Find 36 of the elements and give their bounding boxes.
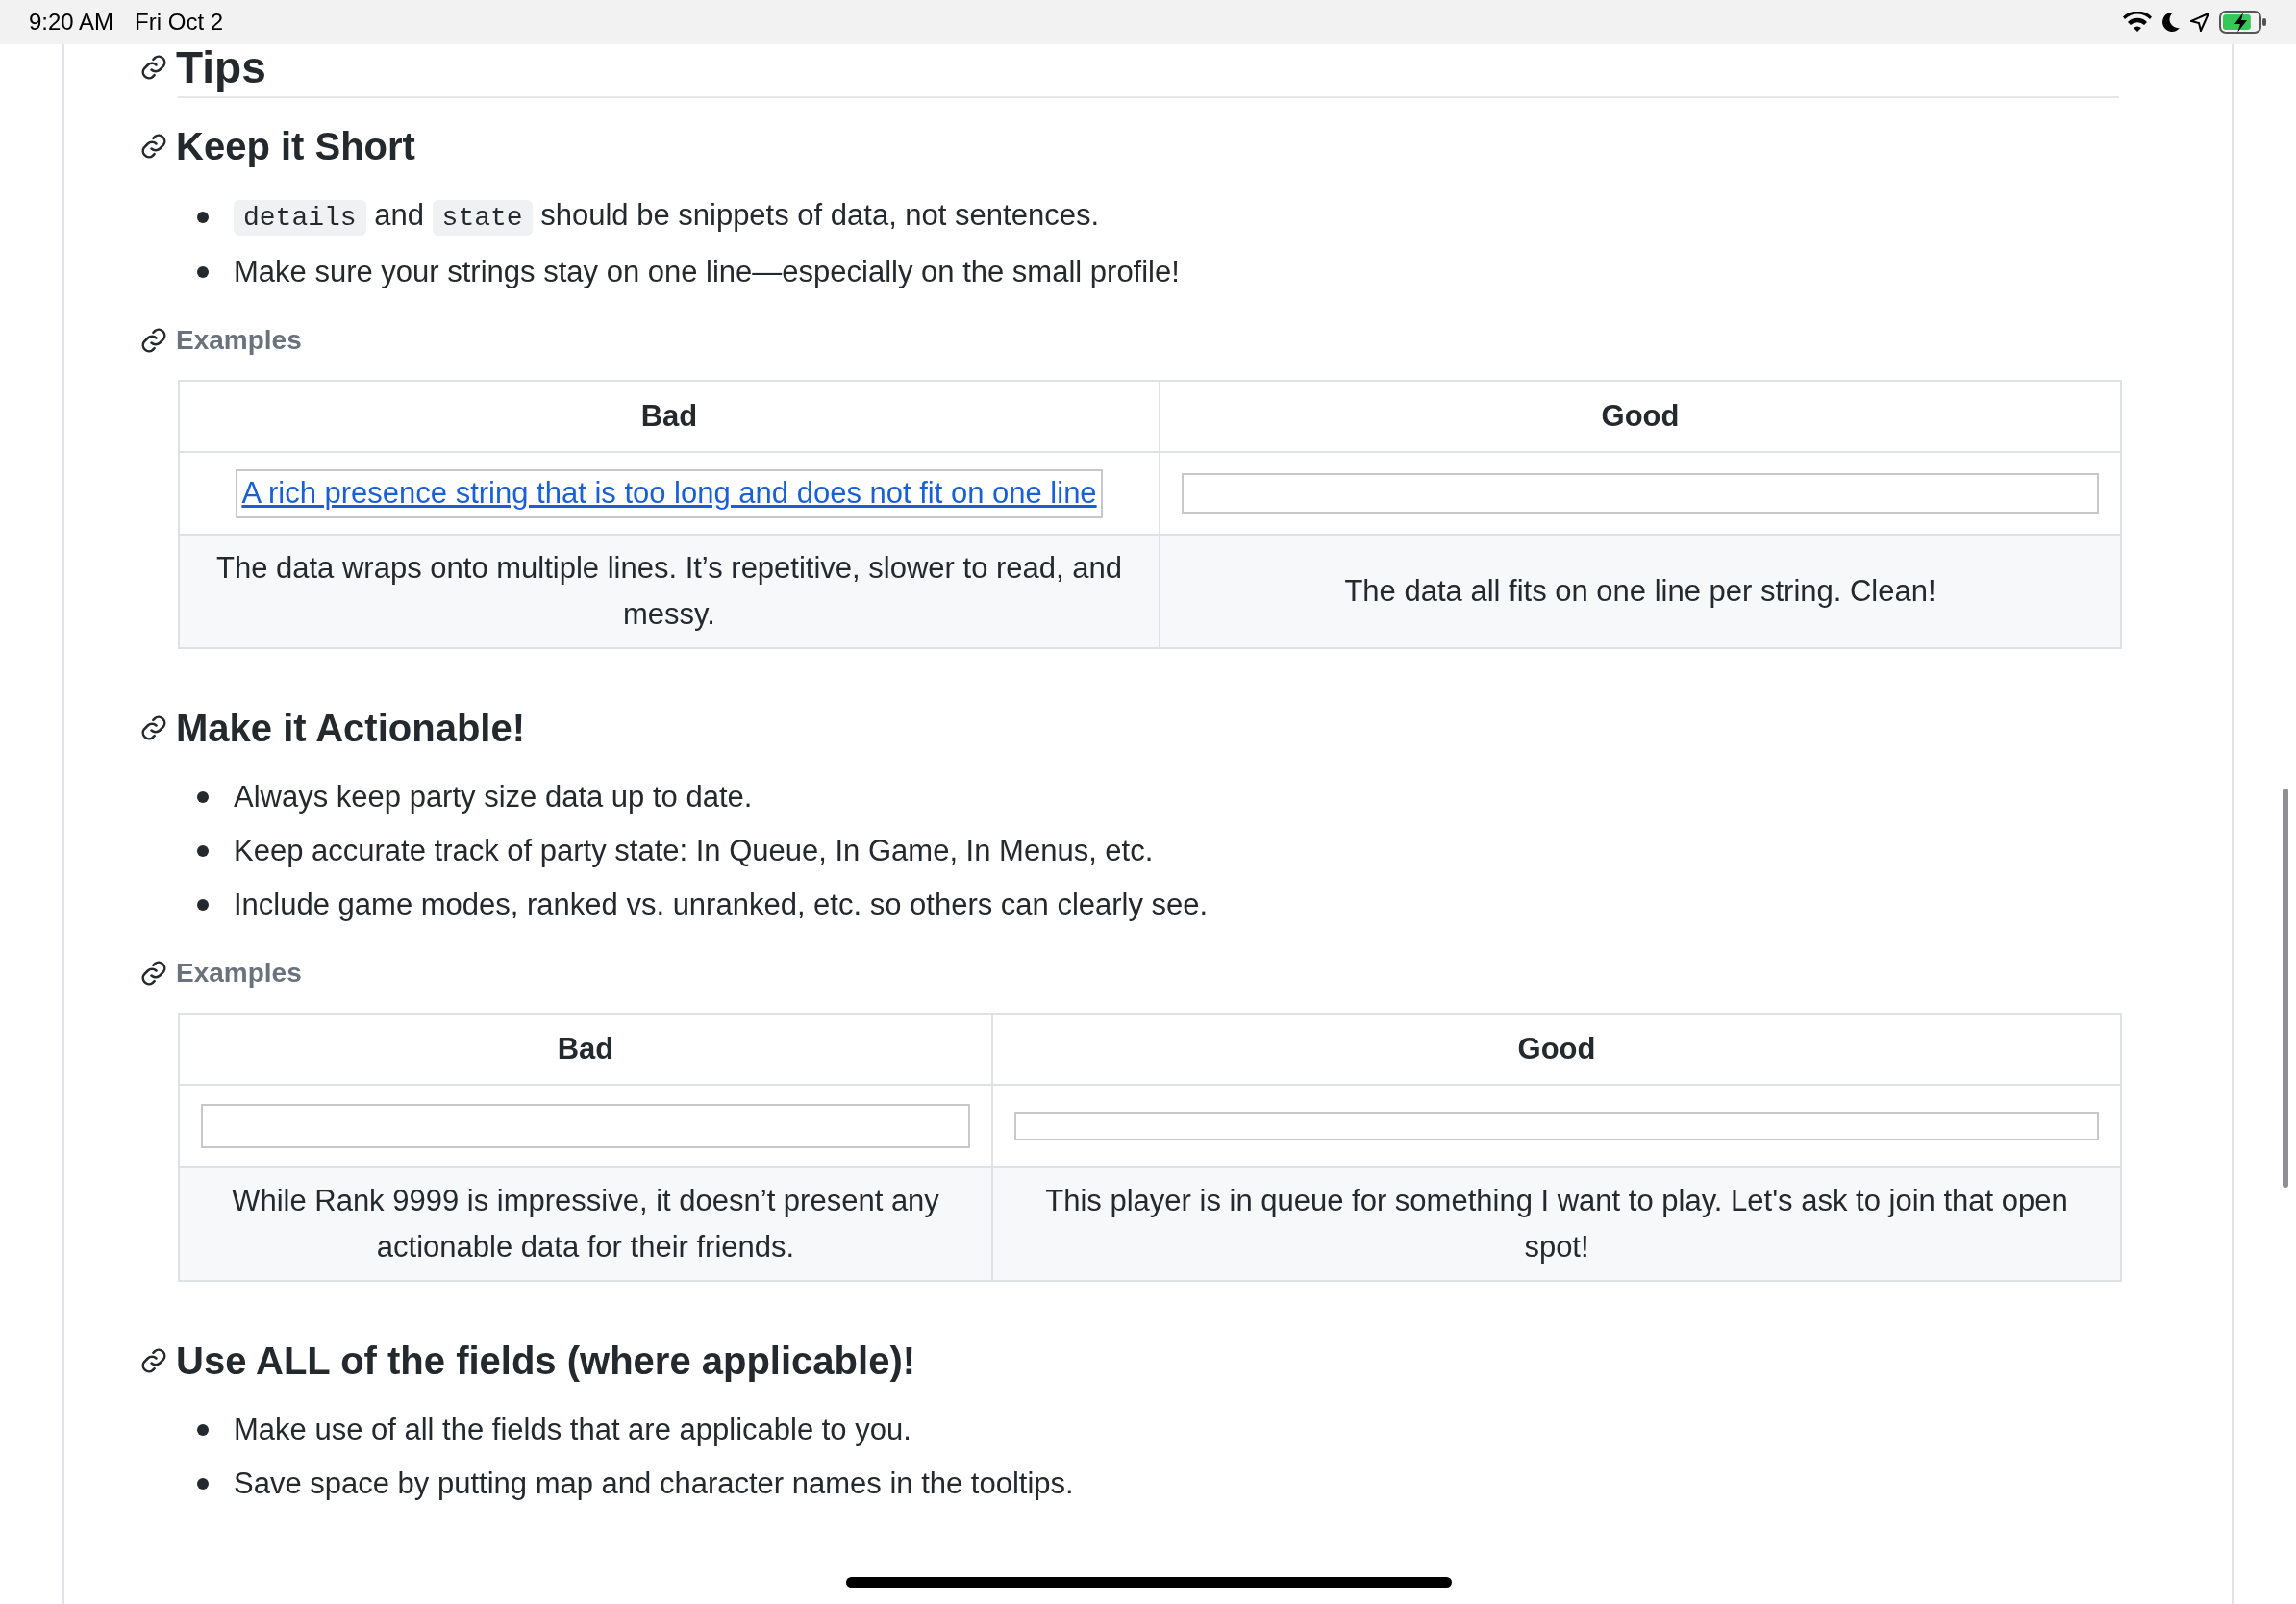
examples-heading: Examples <box>176 957 302 990</box>
location-arrow-icon <box>2190 13 2209 32</box>
section-heading: Make it Actionable! <box>176 706 526 752</box>
bullet-icon <box>197 1478 209 1491</box>
table-cell: This player is in queue for something I want to play. Let's ask to join that open spot! <box>992 1167 2121 1282</box>
bullet-text: Save space by putting map and character names in the tooltips. <box>234 1466 1074 1503</box>
section-heading: Use ALL of the fields (where applicable)! <box>176 1339 916 1385</box>
bullet-icon <box>197 791 209 804</box>
page-heading: Tips <box>176 44 266 91</box>
table-cell: While Rank 9999 is impressive, it doesn’t present any actionable data for their friends. <box>179 1167 992 1282</box>
image-alt-link[interactable]: A rich presence string that is too long and does not fit on one line <box>236 469 1103 518</box>
battery-icon <box>2219 11 2267 34</box>
bullet-icon <box>197 211 209 223</box>
table-cell: The data all fits on one line per string. Clean! <box>1160 535 2121 649</box>
bullet-icon <box>197 266 209 279</box>
wifi-icon <box>2123 12 2152 33</box>
section-heading: Keep it Short <box>176 124 415 170</box>
bullet-icon <box>197 899 209 912</box>
column-header: Bad <box>179 1014 992 1086</box>
bullet-text: Keep accurate track of party state: In Queue, In Game, In Menus, etc. <box>234 833 1154 870</box>
examples-heading: Examples <box>176 324 302 358</box>
column-header: Good <box>1160 381 2121 453</box>
scrollbar[interactable] <box>2283 789 2288 1188</box>
bullet-icon <box>197 845 209 858</box>
bullet-text: details and state should be snippets of data, not sentences. <box>234 188 1099 246</box>
bullet-text: Make use of all the fields that are applicable to you. <box>234 1412 911 1449</box>
bullet-text: Make sure your strings stay on one line—especially on the small profile! <box>234 254 1180 291</box>
moon-icon <box>2161 12 2181 33</box>
column-header: Good <box>992 1014 2121 1086</box>
bullet-text: Include game modes, ranked vs. unranked, etc. so others can clearly see. <box>234 887 1209 924</box>
bullet-text: Always keep party size data up to date. <box>234 779 753 816</box>
column-header: Bad <box>179 381 1160 453</box>
status-time: 9:20 AM <box>29 8 114 37</box>
status-date: Fri Oct 2 <box>135 8 224 37</box>
bullet-icon <box>197 1424 209 1437</box>
table-cell: The data wraps onto multiple lines. It’s repetitive, slower to read, and messy. <box>179 535 1160 649</box>
